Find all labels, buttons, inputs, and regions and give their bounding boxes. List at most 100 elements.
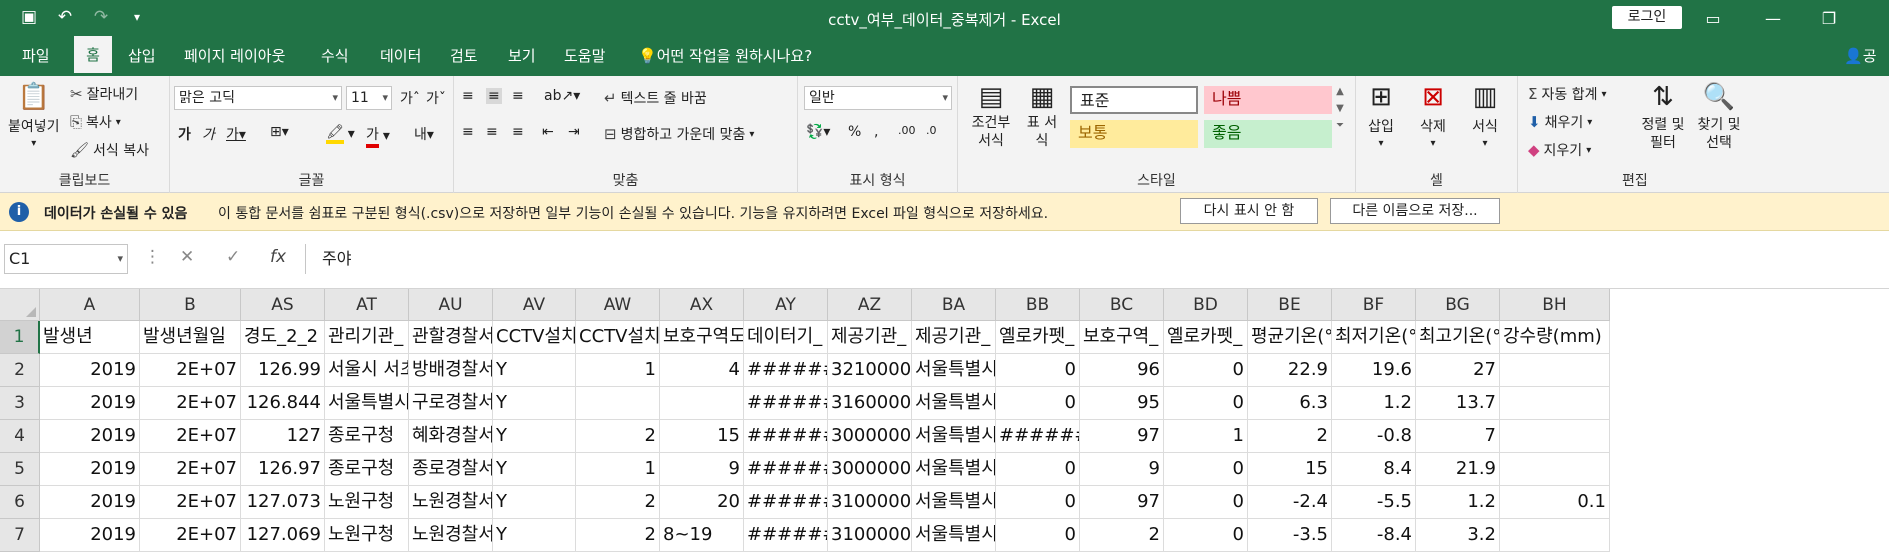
header-cell[interactable]: 보호구역_: [1080, 321, 1164, 354]
font-size-combo[interactable]: 11: [346, 86, 392, 110]
table-cell[interactable]: 8.4: [1332, 453, 1416, 486]
table-cell[interactable]: 2: [1248, 420, 1332, 453]
table-cell[interactable]: -5.5: [1332, 486, 1416, 519]
minimize-icon[interactable]: —: [1750, 3, 1796, 33]
table-cell[interactable]: 0: [1164, 486, 1248, 519]
tab-formulas[interactable]: 수식: [317, 36, 353, 76]
table-cell[interactable]: 3100000: [828, 486, 912, 519]
header-cell[interactable]: 경도_2_2: [241, 321, 325, 354]
find-select-button[interactable]: 🔍 찾기 및 선택: [1694, 80, 1744, 152]
table-cell[interactable]: #######: [744, 387, 828, 420]
table-cell[interactable]: [1500, 519, 1610, 552]
style-bad[interactable]: 나쁨: [1204, 86, 1332, 114]
column-header[interactable]: BC: [1080, 289, 1164, 321]
fill-color-icon[interactable]: 🖍 ▾: [326, 124, 355, 144]
fill-button[interactable]: ⬇ 채우기 ▾: [1528, 112, 1592, 132]
borders-icon[interactable]: ⊞▾: [270, 124, 289, 140]
tab-insert[interactable]: 삽입: [124, 36, 160, 76]
clear-button[interactable]: ◆ 지우기 ▾: [1528, 140, 1591, 160]
table-cell[interactable]: 2E+07: [140, 519, 241, 552]
table-cell[interactable]: #######: [744, 519, 828, 552]
font-color-icon[interactable]: 가 ▾: [366, 124, 390, 148]
formula-input[interactable]: 주야: [305, 244, 1885, 274]
table-cell[interactable]: 0: [1164, 387, 1248, 420]
column-header[interactable]: BB: [996, 289, 1080, 321]
align-top-icon[interactable]: ≡: [462, 88, 474, 104]
paste-button[interactable]: 📋 붙여넣기 ▾: [8, 80, 60, 149]
table-cell[interactable]: Y: [493, 420, 576, 453]
table-cell[interactable]: 19.6: [1332, 354, 1416, 387]
format-cells-button[interactable]: ▥ 서식 ▾: [1468, 80, 1502, 149]
column-header[interactable]: A: [40, 289, 140, 321]
table-cell[interactable]: 서울특별시: [912, 486, 996, 519]
tab-page-layout[interactable]: 페이지 레이아웃: [180, 36, 289, 76]
header-cell[interactable]: 제공기관_: [912, 321, 996, 354]
table-cell[interactable]: 2E+07: [140, 420, 241, 453]
table-cell[interactable]: 2: [576, 420, 660, 453]
table-cell[interactable]: 1: [1164, 420, 1248, 453]
bold-icon[interactable]: 가: [178, 124, 191, 144]
table-cell[interactable]: Y: [493, 387, 576, 420]
table-cell[interactable]: 126.99: [241, 354, 325, 387]
table-cell[interactable]: 0: [996, 354, 1080, 387]
table-cell[interactable]: 127: [241, 420, 325, 453]
column-header[interactable]: BF: [1332, 289, 1416, 321]
table-cell[interactable]: 127.069: [241, 519, 325, 552]
ribbon-display-options-icon[interactable]: ▭: [1690, 3, 1736, 33]
table-cell[interactable]: 1.2: [1416, 486, 1500, 519]
table-cell[interactable]: 종로구청: [325, 420, 409, 453]
table-cell[interactable]: 서울특별시: [325, 387, 409, 420]
table-cell[interactable]: 1: [576, 354, 660, 387]
table-cell[interactable]: 9: [1080, 453, 1164, 486]
header-cell[interactable]: 발생년: [40, 321, 140, 354]
dont-show-again-button[interactable]: 다시 표시 안 함: [1180, 198, 1318, 224]
header-cell[interactable]: 발생년월일: [140, 321, 241, 354]
table-cell[interactable]: 서울특별시: [912, 387, 996, 420]
login-button[interactable]: 로그인: [1612, 6, 1682, 29]
table-cell[interactable]: 126.97: [241, 453, 325, 486]
style-good[interactable]: 좋음: [1204, 120, 1332, 148]
table-cell[interactable]: 4: [660, 354, 744, 387]
table-cell[interactable]: 0: [1164, 519, 1248, 552]
table-cell[interactable]: 종로경찰서: [409, 453, 493, 486]
table-cell[interactable]: 95: [1080, 387, 1164, 420]
table-cell[interactable]: 서울특별시: [912, 519, 996, 552]
cancel-icon[interactable]: ✕: [180, 247, 194, 267]
shrink-font-icon[interactable]: 가ˇ: [426, 88, 446, 108]
cut-button[interactable]: ✂ 잘라내기: [70, 84, 138, 104]
table-cell[interactable]: 2019: [40, 420, 140, 453]
table-cell[interactable]: 2E+07: [140, 486, 241, 519]
table-cell[interactable]: 구로경찰서: [409, 387, 493, 420]
header-cell[interactable]: 제공기관_: [828, 321, 912, 354]
table-cell[interactable]: 2019: [40, 519, 140, 552]
delete-cells-button[interactable]: ⊠ 삭제 ▾: [1416, 80, 1450, 149]
table-cell[interactable]: Y: [493, 354, 576, 387]
table-cell[interactable]: 9: [660, 453, 744, 486]
table-cell[interactable]: 2019: [40, 387, 140, 420]
header-cell[interactable]: 데이터기_: [744, 321, 828, 354]
percent-icon[interactable]: %: [848, 124, 861, 140]
tab-review[interactable]: 검토: [446, 36, 482, 76]
table-cell[interactable]: 27: [1416, 354, 1500, 387]
column-header[interactable]: BG: [1416, 289, 1500, 321]
table-cell[interactable]: 3210000: [828, 354, 912, 387]
table-cell[interactable]: #######: [744, 486, 828, 519]
table-cell[interactable]: 2019: [40, 354, 140, 387]
table-cell[interactable]: 20: [660, 486, 744, 519]
table-cell[interactable]: 3160000: [828, 387, 912, 420]
table-cell[interactable]: 종로구청: [325, 453, 409, 486]
header-cell[interactable]: 옐로카펫_: [996, 321, 1080, 354]
tab-data[interactable]: 데이터: [376, 36, 425, 76]
table-cell[interactable]: Y: [493, 453, 576, 486]
header-cell[interactable]: 옐로카펫_: [1164, 321, 1248, 354]
style-neutral[interactable]: 보통: [1070, 120, 1198, 148]
column-header[interactable]: AZ: [828, 289, 912, 321]
table-cell[interactable]: 0: [996, 453, 1080, 486]
table-cell[interactable]: 127.073: [241, 486, 325, 519]
tab-file[interactable]: 파일: [18, 36, 54, 76]
table-cell[interactable]: 노원경찰서: [409, 519, 493, 552]
table-cell[interactable]: 97: [1080, 420, 1164, 453]
select-all-button[interactable]: [0, 289, 40, 321]
spreadsheet-grid[interactable]: A B AS AT AU AV AW AX AY AZ BA BB BC BD BE BF BG BH 1 발생년 발…: [0, 289, 1889, 554]
phonetic-icon[interactable]: 내▾: [414, 124, 434, 144]
